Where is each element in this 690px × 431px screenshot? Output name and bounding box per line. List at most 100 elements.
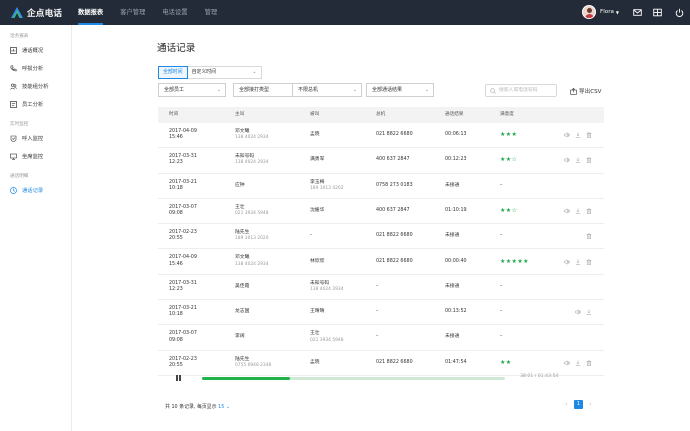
search-input[interactable]: 搜索人或电话号码	[485, 84, 557, 97]
sidebar-item-overview[interactable]: 通话概况	[10, 45, 43, 55]
playback-time: 38:01 / 01:43:54	[520, 374, 559, 379]
download-icon[interactable]	[570, 157, 581, 163]
cell-caller-secondary: 189 3013 2020	[235, 236, 269, 242]
custom-time-dropdown[interactable]: 自定义时间 ⌄	[187, 66, 262, 79]
delete-icon[interactable]	[581, 132, 592, 138]
records-summary-text: 共 10 条记录, 每页显示	[165, 404, 217, 410]
table-row[interactable]: 2017-03-07 09:08 李阔 王壮 021 3934 5948 – 未接通 –	[158, 325, 604, 351]
column-header-callee[interactable]: 被叫	[310, 107, 319, 123]
delete-icon[interactable]	[581, 233, 592, 240]
cell-rating: –	[500, 174, 502, 198]
all-time-button[interactable]: 全部时间	[158, 66, 188, 79]
result-filter-select[interactable]: 全部通话结果 ⌄	[366, 83, 434, 97]
trunk-filter-select[interactable]: 不限总机 ⌄	[292, 83, 362, 97]
table-row[interactable]: 2017-03-21 10:18 应钟 李玉梅 189 3013 4202 0758 27…	[158, 174, 604, 199]
cell-result-value: 00:13:52	[445, 309, 467, 315]
nav-item-phone-settings[interactable]: 电话设置	[162, 0, 187, 25]
sidebar-item-skill-group[interactable]: 技能组分析	[10, 81, 49, 91]
cell-trunk-value: –	[376, 334, 379, 340]
cell-time: 2017-03-21 10:18	[169, 174, 197, 198]
download-icon[interactable]	[570, 132, 581, 138]
table-row[interactable]: 2017-03-21 10:18 龙志国 王晴晴 – 00:13:52 –	[158, 300, 604, 326]
nav-item-reports[interactable]: 数据报表	[78, 0, 104, 25]
seat-icon	[10, 153, 17, 160]
play-icon[interactable]	[559, 132, 570, 138]
chevron-down-icon[interactable]: ⌄	[226, 404, 230, 410]
download-icon[interactable]	[570, 360, 581, 366]
power-icon[interactable]	[675, 8, 684, 17]
nav-item-customers[interactable]: 客户管理	[120, 0, 145, 25]
sidebar-item-label: 员工分析	[22, 102, 44, 108]
delete-icon[interactable]	[581, 208, 592, 214]
sidebar-item-staff[interactable]: 员工分析	[10, 99, 43, 109]
user-name: Flora	[600, 9, 614, 15]
download-icon[interactable]	[581, 309, 592, 315]
search-icon	[490, 88, 496, 94]
main-content: 通话记录 全部时间 自定义时间 ⌄ 全部员工 ⌄ 全部接打类型 ⌄ 不限总机 ⌄…	[72, 25, 690, 431]
overview-icon	[10, 46, 17, 54]
table-row[interactable]: 2017-04-09 15:46 邓文曦 138 4024 2934 孟晓 021 882…	[158, 123, 604, 149]
sidebar-item-call-records[interactable]: 通话记录	[10, 185, 43, 195]
nav-item-admin[interactable]: 管理	[205, 0, 218, 25]
column-header-result[interactable]: 通话结果	[445, 107, 463, 123]
table-row[interactable]: 2017-02-23 20:55 陆先生 189 3013 2020 – 021 8822…	[158, 224, 604, 250]
delete-icon[interactable]	[581, 258, 592, 265]
play-icon[interactable]	[559, 157, 570, 164]
cell-rating-value: ★★★★★	[500, 257, 529, 265]
page-number-current[interactable]: 1	[574, 400, 583, 409]
cell-callee: 王晴晴	[310, 300, 324, 324]
page-title: 通话记录	[157, 43, 196, 54]
chevron-left-icon[interactable]: ‹	[562, 401, 571, 408]
chevron-right-icon[interactable]: ›	[586, 401, 595, 408]
playback-progress-bar[interactable]	[202, 377, 505, 380]
column-header-trunk[interactable]: 总机	[376, 107, 385, 123]
page-size-select[interactable]: 15	[218, 404, 224, 410]
cell-rating: –	[500, 224, 502, 248]
row-actions	[559, 123, 592, 147]
sidebar-item-call-loss[interactable]: 呼损分析	[10, 63, 43, 73]
user-menu[interactable]: Flora ▼	[582, 5, 619, 19]
column-header-caller[interactable]: 主叫	[235, 107, 244, 123]
cell-rating-value: –	[500, 309, 503, 315]
play-icon[interactable]	[559, 258, 570, 265]
main-nav: 数据报表 客户管理 电话设置 管理	[78, 0, 234, 25]
play-icon[interactable]	[559, 208, 570, 214]
column-header-time[interactable]: 时间	[169, 107, 178, 123]
cell-caller-value: 吴佳霞	[235, 283, 250, 289]
pause-icon[interactable]	[175, 375, 181, 381]
app-logo[interactable]: 企点电话	[11, 6, 62, 19]
column-header-rating[interactable]: 满意度	[500, 107, 514, 123]
cell-callee: 沈媛华	[310, 199, 324, 223]
cell-result-value: 01:47:54	[445, 359, 467, 365]
cell-result: 未接通	[445, 174, 459, 198]
sidebar-item-inbound-monitor[interactable]: 呼入监控	[10, 133, 43, 143]
table-row[interactable]: 2017-04-09 15:46 邓文曦 138 4024 2934 林欣欣 021 88…	[158, 249, 604, 275]
mail-icon[interactable]	[633, 8, 642, 17]
table-row[interactable]: 2017-03-31 12:23 吴佳霞 未知号码 138 4024 2934 – 未接通 –	[158, 275, 604, 301]
play-icon[interactable]	[570, 309, 581, 315]
play-icon[interactable]	[559, 360, 570, 366]
cell-time: 2017-03-31 12:23	[169, 275, 197, 299]
export-icon	[570, 87, 577, 95]
cell-caller: 邓文曦 138 4024 2934	[235, 123, 269, 147]
grid-icon[interactable]	[653, 8, 662, 17]
cell-result-value: 未接通	[445, 182, 460, 188]
download-icon[interactable]	[570, 259, 581, 265]
delete-icon[interactable]	[581, 157, 592, 164]
download-icon[interactable]	[570, 208, 581, 214]
staff-filter-select[interactable]: 全部员工 ⌄	[158, 83, 226, 97]
cell-trunk: –	[376, 325, 378, 349]
call-type-filter-select[interactable]: 全部接打类型 ⌄	[233, 83, 301, 97]
cell-trunk: 0758 273 0183	[376, 174, 413, 198]
cell-rating-value: ★★★	[500, 131, 518, 139]
table-row[interactable]: 2017-03-31 12:23 未知号码 138 4024 2934 满勇军 400 6…	[158, 148, 604, 174]
cell-rating: ★★★	[500, 123, 517, 147]
sidebar-item-seat-monitor[interactable]: 坐席监控	[10, 151, 43, 161]
cell-rating: –	[500, 300, 502, 324]
export-csv-button[interactable]: 导出CSV	[570, 85, 601, 97]
chevron-down-icon: ⌄	[352, 87, 357, 93]
table-row[interactable]: 2017-03-07 09:08 王壮 021 3934 5948 沈媛华 400 637…	[158, 199, 604, 225]
sidebar: 话务报表 通话概况 呼损分析 技能组分析 员工分析 实时监控 呼入监控 坐席监控…	[0, 25, 72, 431]
cell-callee-value: 孟晓	[310, 132, 320, 138]
delete-icon[interactable]	[581, 360, 592, 366]
